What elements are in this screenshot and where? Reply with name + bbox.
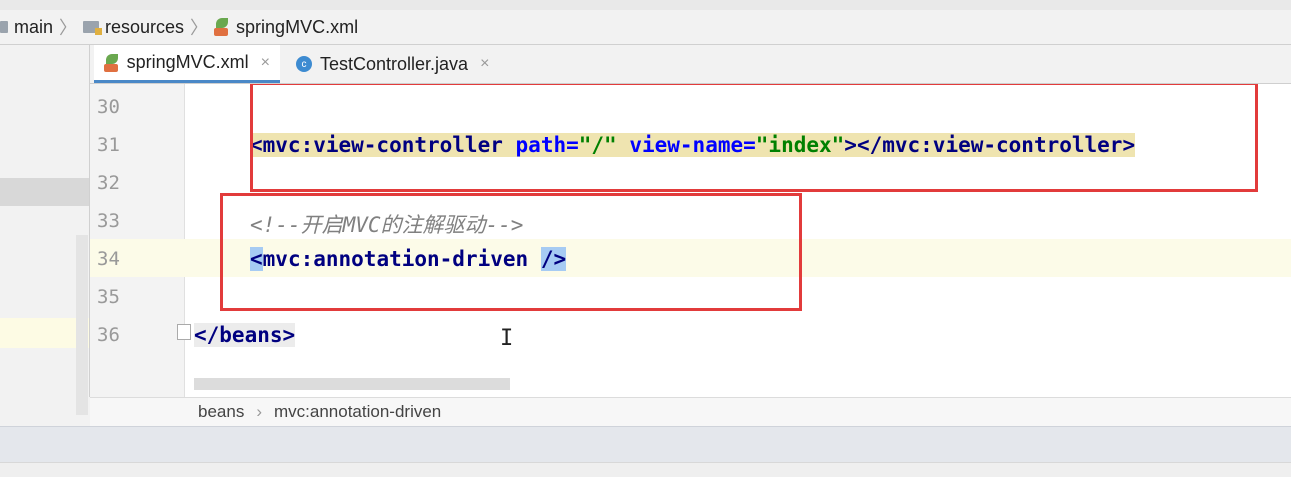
- panel-scrollbar[interactable]: [76, 235, 88, 415]
- tab-springmvc-xml[interactable]: springMVC.xml ×: [94, 45, 280, 83]
- close-icon[interactable]: ×: [480, 55, 489, 73]
- code-line-34[interactable]: 34 <mvc:annotation-driven />: [90, 239, 1291, 277]
- editor-breadcrumb: beans › mvc:annotation-driven: [90, 397, 1291, 426]
- text-cursor-icon: I: [500, 326, 514, 351]
- line-number: 34: [97, 248, 120, 270]
- breadcrumb-label: springMVC.xml: [236, 16, 359, 37]
- breadcrumb-item-resources[interactable]: resources: [83, 17, 184, 38]
- project-tool-panel: [0, 45, 90, 415]
- java-class-icon: c: [296, 56, 312, 72]
- line-number: 32: [97, 172, 120, 194]
- annotation-driven-tag: <mvc:annotation-driven />: [250, 247, 567, 271]
- chevron-right-icon: 〉: [190, 18, 209, 38]
- tab-testcontroller-java[interactable]: c TestController.java ×: [286, 45, 500, 83]
- line-number: 30: [97, 96, 120, 118]
- code-line-32[interactable]: 32: [90, 163, 1291, 201]
- folder-icon: [0, 21, 8, 33]
- code-line-31[interactable]: 31 <mvc:view-controller path="/" view-na…: [90, 125, 1291, 163]
- editor-breadcrumb-annotation-driven[interactable]: mvc:annotation-driven: [274, 402, 441, 422]
- spring-xml-file-icon: [214, 18, 230, 36]
- editor-breadcrumb-beans[interactable]: beans: [198, 402, 244, 422]
- status-bar: [0, 462, 1291, 477]
- horizontal-scrollbar[interactable]: [194, 378, 510, 390]
- chevron-right-icon: ›: [256, 402, 262, 421]
- breadcrumb-label: resources: [105, 16, 185, 37]
- close-icon[interactable]: ×: [261, 54, 270, 72]
- code-line-30[interactable]: 30: [90, 87, 1291, 125]
- breadcrumb-item-main[interactable]: main: [0, 17, 53, 38]
- breadcrumb-item-file[interactable]: springMVC.xml: [214, 17, 358, 38]
- line-number: 33: [97, 210, 120, 232]
- chevron-right-icon: 〉: [59, 18, 78, 38]
- line-number: 35: [97, 286, 120, 308]
- code-line-36[interactable]: 36 </beans>: [90, 315, 1291, 353]
- fold-marker-icon[interactable]: [177, 324, 191, 340]
- xml-comment: <!--开启MVC的注解驱动-->: [250, 213, 524, 237]
- editor-tab-bar: ⚙ — springMVC.xml × c TestController.jav…: [0, 45, 1291, 84]
- tab-label: springMVC.xml: [126, 52, 249, 72]
- navigation-breadcrumb: main 〉 resources 〉 springMVC.xml: [0, 10, 1291, 45]
- code-line-33[interactable]: 33 <!--开启MVC的注解驱动-->: [90, 201, 1291, 239]
- spring-xml-file-icon: [104, 53, 119, 72]
- selected-tree-row[interactable]: [0, 178, 89, 206]
- code-line-35[interactable]: 35: [90, 277, 1291, 315]
- line-number: 31: [97, 134, 120, 156]
- view-controller-tag: <mvc:view-controller path="/" view-name=…: [250, 133, 1136, 157]
- breadcrumb-label: main: [14, 16, 54, 37]
- code-editor[interactable]: 30 31 <mvc:view-controller path="/" view…: [90, 84, 1291, 397]
- line-number: 36: [97, 324, 120, 346]
- tab-label: TestController.java: [320, 53, 469, 74]
- tool-window-bar: [0, 426, 1291, 463]
- beans-close-tag: </beans>: [194, 323, 296, 347]
- resources-folder-icon: [83, 21, 103, 35]
